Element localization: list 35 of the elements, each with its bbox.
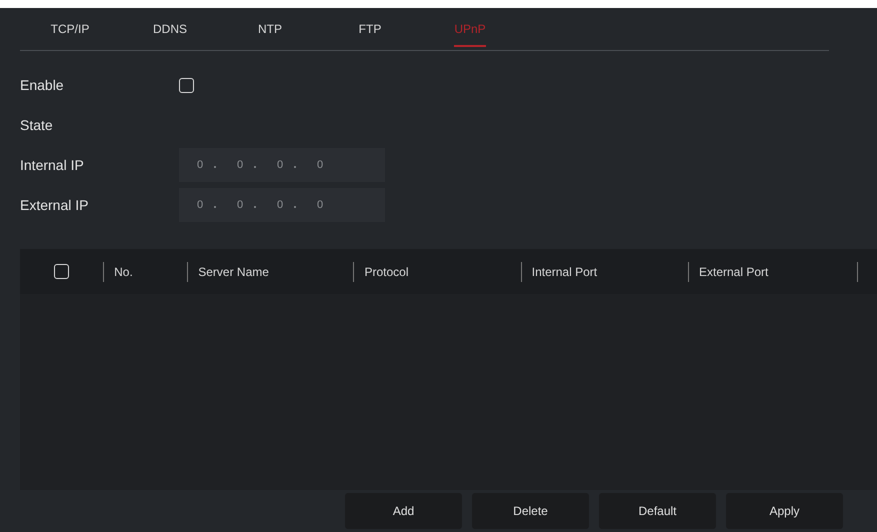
column-header: External Port xyxy=(698,264,768,278)
field-label: State xyxy=(20,117,54,133)
column-header: No. xyxy=(114,264,133,278)
ip-octet: 0 xyxy=(197,199,204,211)
ip-octet: 0 xyxy=(237,199,244,211)
tab[interactable]: DDNS xyxy=(120,8,220,50)
ip-octet: 0 xyxy=(317,159,324,171)
field-label: Enable xyxy=(20,77,65,93)
ip-octet: 0 xyxy=(317,199,324,211)
action-button[interactable]: Delete xyxy=(472,493,589,529)
ip-address-field[interactable]: 0 0 0 0 xyxy=(179,148,385,182)
enable-checkbox[interactable] xyxy=(179,78,194,92)
dot-separator-icon xyxy=(294,166,296,168)
column-header: Internal Port xyxy=(532,264,598,278)
action-button[interactable]: Add xyxy=(345,493,462,529)
action-button[interactable]: Apply xyxy=(726,493,843,529)
tab[interactable]: NTP xyxy=(220,8,320,50)
field-label: Internal IP xyxy=(20,157,85,173)
ip-octet: 0 xyxy=(237,159,244,171)
dot-separator-icon xyxy=(214,166,216,168)
dot-separator-icon xyxy=(254,166,256,168)
tab[interactable]: FTP xyxy=(320,8,420,50)
column-header: Protocol xyxy=(364,264,409,278)
ip-octet: 0 xyxy=(197,159,204,171)
tab[interactable]: TCP/IP xyxy=(20,8,120,50)
column-header: Server Name xyxy=(198,264,269,278)
dot-separator-icon xyxy=(294,206,296,208)
field-label: External IP xyxy=(20,197,90,213)
dot-separator-icon xyxy=(254,206,256,208)
dot-separator-icon xyxy=(214,206,216,208)
ip-address-field[interactable]: 0 0 0 0 xyxy=(179,188,385,222)
ip-octet: 0 xyxy=(277,159,284,171)
action-button[interactable]: Default xyxy=(599,493,716,529)
ip-octet: 0 xyxy=(277,199,284,211)
select-all-checkbox[interactable] xyxy=(54,264,70,279)
